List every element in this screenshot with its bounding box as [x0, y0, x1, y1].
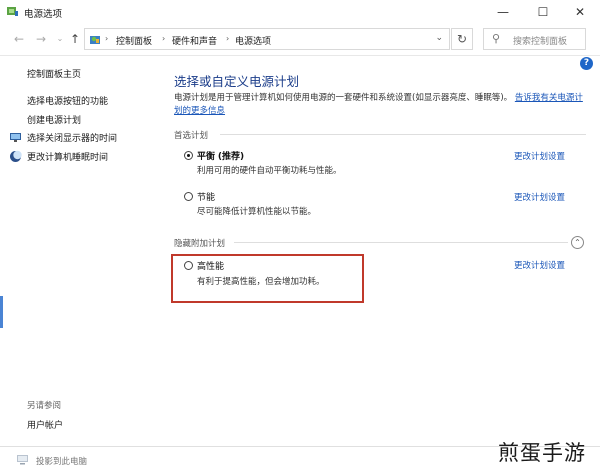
page-title: 选择或自定义电源计划	[174, 74, 300, 89]
title-bar: 电源选项 — ☐ ✕	[0, 0, 600, 24]
monitor-icon	[10, 133, 21, 142]
chevron-down-icon[interactable]: ⌄	[435, 33, 443, 43]
forward-arrow-icon[interactable]: →	[34, 32, 48, 46]
breadcrumb-separator: ›	[226, 34, 230, 43]
description-text: 电源计划是用于管理计算机如何使用电源的一套硬件和系统设置(如显示器亮度、睡眠等)…	[174, 93, 513, 103]
change-plan-settings-link[interactable]: 更改计划设置	[514, 150, 565, 162]
navigation-bar: ← → ⌄ ↑ › 控制面板 › 硬件和声音 › 电源选项 ⌄ ↻ ⚲ 搜索控制…	[0, 24, 600, 56]
sidebar-item-user-accounts[interactable]: 用户帐户	[27, 418, 63, 431]
breadcrumb-control-panel[interactable]: 控制面板	[116, 34, 152, 47]
back-arrow-icon[interactable]: ←	[12, 32, 26, 46]
plan-power-saver-description: 尽可能降低计算机性能以节能。	[197, 207, 317, 217]
sidebar-item-create-plan[interactable]: 创建电源计划	[27, 113, 81, 126]
address-bar[interactable]: › 控制面板 › 硬件和声音 › 电源选项 ⌄	[84, 28, 450, 50]
see-also-heading: 另请参阅	[27, 401, 62, 411]
divider	[234, 242, 568, 243]
sidebar-item-power-button[interactable]: 选择电源按钮的功能	[27, 94, 108, 107]
search-input[interactable]: ⚲ 搜索控制面板	[483, 28, 586, 50]
change-plan-settings-link[interactable]: 更改计划设置	[514, 259, 565, 271]
breadcrumb-separator: ›	[162, 34, 166, 43]
minimize-button[interactable]: —	[483, 0, 523, 24]
search-icon: ⚲	[492, 32, 501, 45]
sidebar-item-sleep-time[interactable]: 更改计算机睡眠时间	[27, 150, 108, 163]
sidebar: 控制面板主页 选择电源按钮的功能 创建电源计划 选择关闭显示器的时间 更改计算机…	[0, 56, 160, 456]
change-plan-settings-link[interactable]: 更改计划设置	[514, 191, 565, 203]
search-placeholder: 搜索控制面板	[513, 37, 568, 47]
sidebar-item-display-off[interactable]: 选择关闭显示器的时间	[27, 131, 117, 144]
recent-locations-icon[interactable]: ⌄	[53, 32, 67, 46]
breadcrumb-power-options[interactable]: 电源选项	[235, 34, 271, 47]
window-title: 电源选项	[24, 9, 63, 20]
help-icon[interactable]: ?	[580, 57, 593, 70]
moon-icon	[10, 150, 22, 162]
plan-balanced-name: 平衡	[197, 152, 216, 162]
sidebar-scroll-indicator	[0, 296, 3, 328]
collapse-icon[interactable]: ⌃	[571, 236, 584, 249]
section-hidden-plans: 隐藏附加计划	[174, 239, 226, 249]
plan-balanced-tag: (推荐)	[217, 152, 245, 162]
plan-balanced-description: 利用可用的硬件自动平衡功耗与性能。	[197, 166, 342, 176]
sidebar-item-home[interactable]: 控制面板主页	[27, 67, 81, 80]
maximize-button[interactable]: ☐	[523, 0, 563, 24]
watermark: 煎蛋手游	[498, 441, 586, 465]
page-description: 电源计划是用于管理计算机如何使用电源的一套硬件和系统设置(如显示器亮度、睡眠等)…	[174, 92, 586, 118]
computer-icon	[17, 455, 28, 465]
power-options-icon	[7, 7, 18, 16]
plan-balanced-radio[interactable]	[184, 151, 193, 160]
plan-balanced-label: 平衡 (推荐)	[197, 149, 244, 162]
breadcrumb-hardware-sound[interactable]: 硬件和声音	[172, 34, 217, 47]
up-arrow-icon[interactable]: ↑	[68, 32, 82, 46]
highlight-box	[171, 254, 364, 303]
project-to-pc-link[interactable]: 投影到此电脑	[36, 455, 87, 467]
plan-power-saver-name: 节能	[197, 193, 216, 203]
divider	[220, 134, 586, 135]
section-preferred-plans: 首选计划	[174, 131, 209, 141]
control-panel-icon	[90, 36, 100, 44]
plan-power-saver-radio[interactable]	[184, 192, 193, 201]
close-button[interactable]: ✕	[560, 0, 600, 24]
breadcrumb-separator: ›	[105, 34, 109, 43]
refresh-button[interactable]: ↻	[451, 28, 473, 50]
